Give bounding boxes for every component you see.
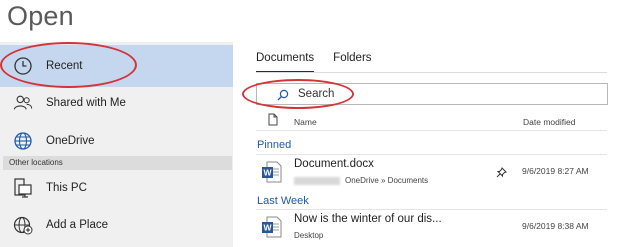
computer-icon — [13, 178, 33, 198]
word-document-icon: W — [261, 160, 283, 189]
svg-text:W: W — [263, 168, 272, 178]
file-type-icon — [268, 113, 278, 128]
section-divider — [256, 209, 607, 210]
column-name-header[interactable]: Name — [294, 117, 317, 127]
search-input[interactable]: Search — [298, 88, 334, 100]
section-lastweek-title: Last Week — [257, 195, 309, 207]
section-pinned-title: Pinned — [257, 139, 292, 151]
nav-label-add-place: Add a Place — [46, 219, 109, 231]
tab-bar: Documents Folders — [256, 52, 391, 73]
search-icon — [277, 88, 289, 106]
tab-divider — [256, 72, 607, 73]
search-box[interactable]: Search — [256, 83, 608, 105]
column-date-header[interactable]: Date modified — [523, 117, 575, 127]
clock-icon — [13, 56, 33, 76]
section-divider — [256, 154, 607, 155]
nav-label-this-pc: This PC — [46, 182, 87, 194]
people-icon — [13, 93, 33, 113]
nav-item-shared[interactable]: Shared with Me — [0, 82, 233, 124]
document-name: Document.docx — [294, 158, 374, 170]
document-path: OneDrive » Documents — [294, 176, 428, 185]
document-path-text: OneDrive » Documents — [345, 176, 429, 185]
nav-item-recent[interactable]: Recent — [0, 45, 233, 87]
tab-folders[interactable]: Folders — [333, 52, 371, 68]
nav-label-recent: Recent — [46, 60, 83, 72]
document-date: 9/6/2019 8:27 AM — [522, 166, 589, 176]
tab-documents[interactable]: Documents — [256, 52, 315, 73]
list-header: Name Date modified — [256, 113, 607, 131]
nav-label-onedrive: OneDrive — [46, 135, 95, 147]
list-item[interactable]: W Now is the winter of our dis... Deskto… — [256, 212, 607, 247]
nav-label-shared: Shared with Me — [46, 97, 126, 109]
globe-icon — [13, 131, 33, 151]
left-panel: Recent Shared with Me OneDrive Other loc… — [0, 42, 233, 247]
list-item[interactable]: W Document.docx OneDrive » Documents 9/6… — [256, 157, 607, 197]
redacted-owner — [294, 176, 340, 185]
document-name: Now is the winter of our dis... — [294, 213, 442, 225]
document-path: Desktop — [294, 231, 324, 240]
page-title: Open — [7, 1, 74, 31]
nav-item-this-pc[interactable]: This PC — [0, 167, 233, 209]
pin-icon[interactable] — [496, 165, 507, 183]
svg-text:W: W — [263, 223, 272, 233]
nav-item-add-place[interactable]: Add a Place — [0, 204, 233, 246]
document-date: 9/6/2019 8:38 AM — [522, 221, 589, 231]
word-document-icon: W — [261, 215, 283, 244]
add-place-icon — [13, 215, 33, 235]
